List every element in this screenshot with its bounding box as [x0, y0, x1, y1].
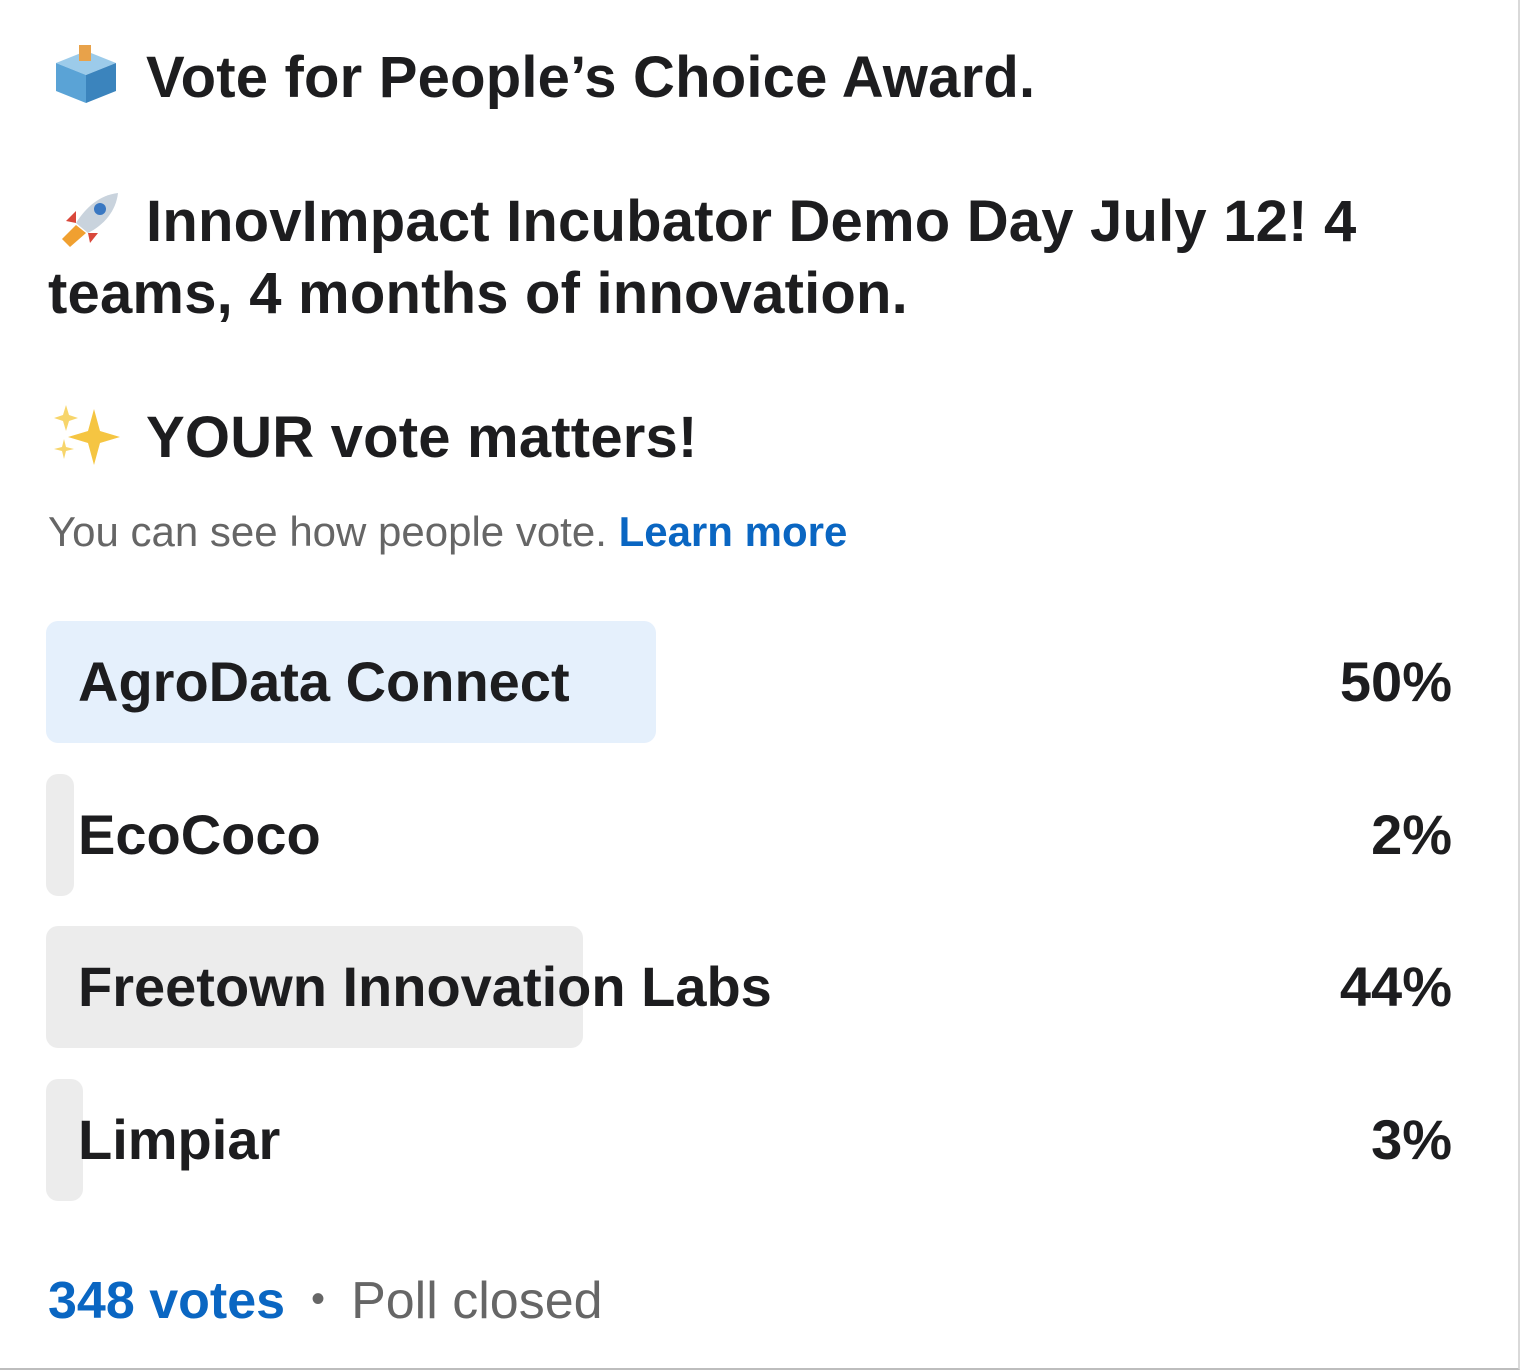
poll-option-label: Limpiar: [78, 1108, 281, 1171]
post-line-vote-matters-text: YOUR vote matters!: [146, 405, 698, 470]
sparkles-icon: [54, 405, 120, 465]
post-line-vote-matters: YOUR vote matters!: [48, 402, 698, 474]
poll-option-percent: 50%: [1339, 650, 1452, 713]
post-line-award: Vote for People’s Choice Award.: [48, 42, 1035, 114]
poll-option-percent: 3%: [1371, 1108, 1452, 1171]
poll-option-bar: [46, 774, 74, 896]
poll-visibility-note: You can see how people vote. Learn more: [48, 503, 847, 561]
poll-status: Poll closed: [351, 1272, 603, 1330]
poll-option-label: AgroData Connect: [78, 650, 570, 713]
poll-option[interactable]: Limpiar 3%: [46, 1079, 1456, 1201]
visibility-note-text: You can see how people vote.: [48, 508, 607, 555]
separator-dot: •: [311, 1277, 326, 1321]
vote-count-link[interactable]: 348 votes: [48, 1272, 285, 1330]
poll-option-label: Freetown Innovation Labs: [78, 955, 772, 1018]
poll-option-percent: 44%: [1339, 955, 1452, 1018]
rocket-icon: [62, 193, 118, 247]
poll-option[interactable]: Freetown Innovation Labs 44%: [46, 926, 1456, 1048]
post-line-demo-day-text: InnovImpact Incubator Demo Day July 12! …: [48, 189, 1357, 326]
poll-option[interactable]: EcoCoco 2%: [46, 774, 1456, 896]
poll-option[interactable]: AgroData Connect 50%: [46, 621, 1456, 743]
poll-option-label: EcoCoco: [78, 803, 321, 866]
poll-footer: 348 votes • Poll closed: [48, 1266, 603, 1334]
post-line-award-text: Vote for People’s Choice Award.: [146, 45, 1036, 110]
poll-option-percent: 2%: [1371, 803, 1452, 866]
post-line-demo-day: InnovImpact Incubator Demo Day July 12! …: [48, 186, 1448, 330]
ballot-box-icon: [56, 45, 116, 103]
learn-more-link[interactable]: Learn more: [619, 508, 848, 555]
